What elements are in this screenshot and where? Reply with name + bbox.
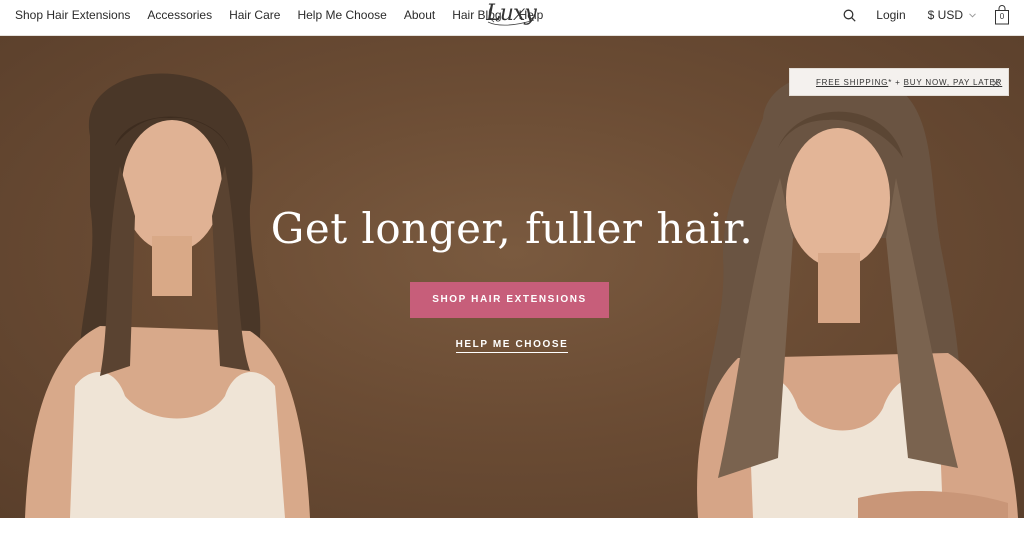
promo-joiner: + bbox=[892, 78, 904, 87]
buy-now-pay-later-link[interactable]: BUY NOW, PAY LATER bbox=[904, 78, 1003, 87]
shop-hair-extensions-button[interactable]: SHOP HAIR EXTENSIONS bbox=[410, 282, 609, 318]
promo-banner: FREE SHIPPING* + BUY NOW, PAY LATER bbox=[789, 68, 1009, 96]
currency-selector[interactable]: $ USD bbox=[928, 8, 976, 22]
nav-utilities: Login $ USD 0 bbox=[840, 0, 1010, 30]
chevron-down-icon bbox=[969, 12, 976, 18]
currency-label: $ USD bbox=[927, 8, 963, 22]
cart-count: 0 bbox=[999, 12, 1005, 21]
hero-banner: Get longer, fuller hair. SHOP HAIR EXTEN… bbox=[0, 36, 1024, 518]
brand-logo[interactable]: Luxy bbox=[482, 0, 540, 30]
top-navigation: Shop Hair Extensions Accessories Hair Ca… bbox=[0, 0, 1024, 36]
cart-button[interactable]: 0 bbox=[994, 5, 1010, 25]
nav-link-help-me-choose[interactable]: Help Me Choose bbox=[297, 8, 386, 22]
promo-text: FREE SHIPPING* + BUY NOW, PAY LATER bbox=[816, 69, 1002, 97]
help-me-choose-link[interactable]: HELP ME CHOOSE bbox=[455, 339, 569, 353]
nav-link-about[interactable]: About bbox=[404, 8, 435, 22]
nav-link-hair-care[interactable]: Hair Care bbox=[229, 8, 280, 22]
main-menu: Shop Hair Extensions Accessories Hair Ca… bbox=[15, 0, 560, 30]
hero-model-left-image bbox=[20, 66, 320, 518]
hero-model-right-image bbox=[668, 58, 1024, 518]
free-shipping-link[interactable]: FREE SHIPPING bbox=[816, 78, 888, 87]
help-me-choose-link-wrapper: HELP ME CHOOSE bbox=[0, 334, 1024, 353]
search-button[interactable] bbox=[840, 6, 858, 24]
search-icon bbox=[843, 9, 856, 22]
close-icon[interactable] bbox=[991, 78, 1001, 88]
login-link[interactable]: Login bbox=[876, 8, 905, 22]
nav-link-shop-hair-extensions[interactable]: Shop Hair Extensions bbox=[15, 8, 130, 22]
hero-headline: Get longer, fuller hair. bbox=[270, 204, 754, 253]
nav-link-accessories[interactable]: Accessories bbox=[147, 8, 212, 22]
logo-text: Luxy bbox=[486, 1, 537, 26]
